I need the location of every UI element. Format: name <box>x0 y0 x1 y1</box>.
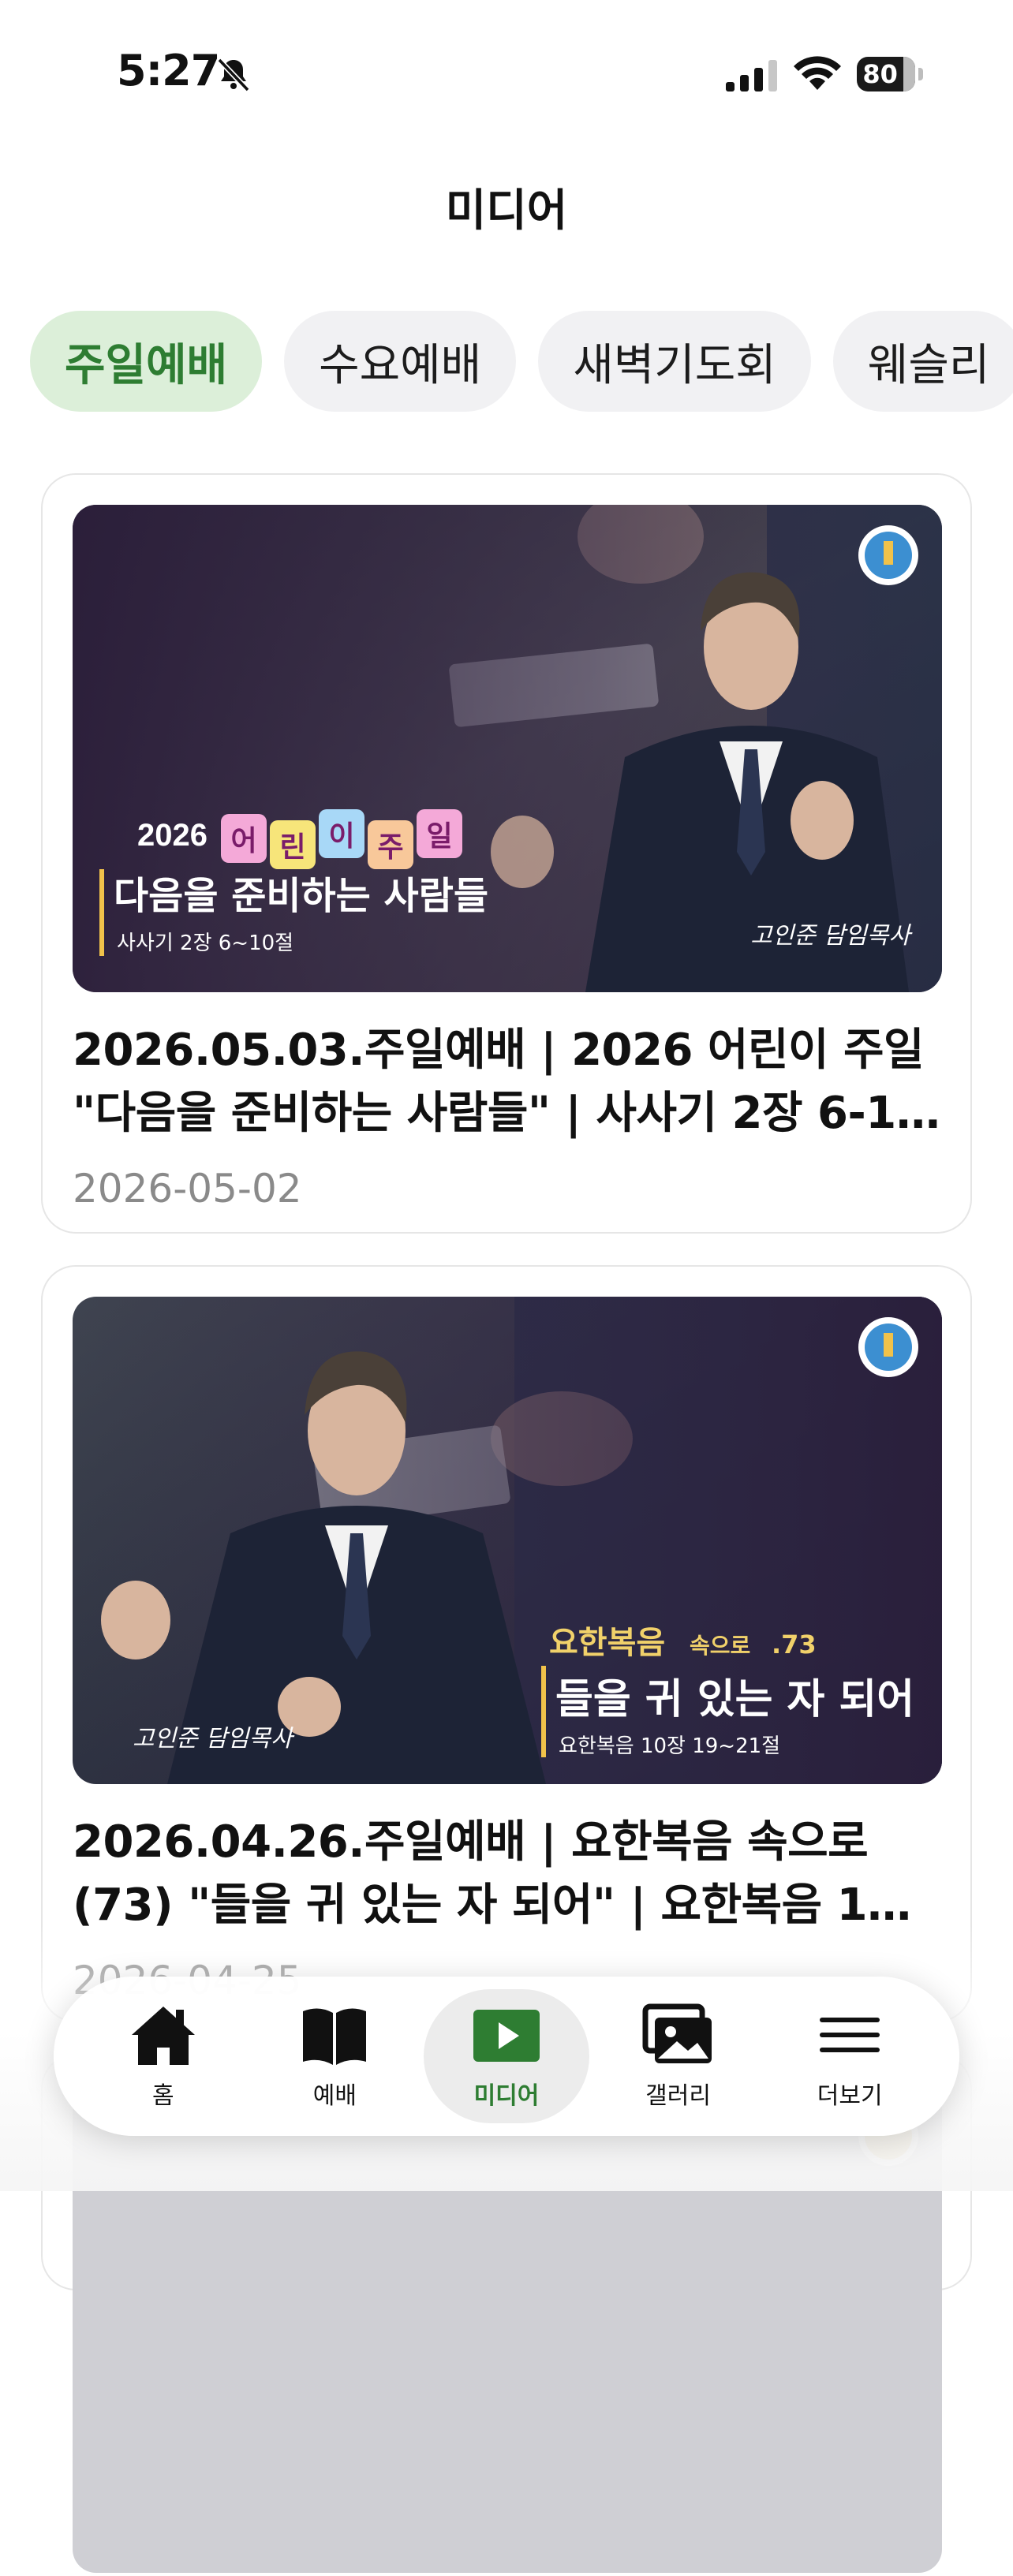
bottom-tab-bar: 홈 예배 미디어 갤러리 더보기 <box>54 1977 959 2136</box>
battery-indicator: 80 <box>857 57 915 91</box>
page-title: 미디어 <box>445 185 568 237</box>
category-tabs: 주일예배 수요예배 새벽기도회 웨슬리 <box>30 311 1013 413</box>
play-icon <box>473 2010 540 2062</box>
gallery-icon <box>642 2003 712 2063</box>
event-char: 주 <box>377 831 403 864</box>
video-thumbnail[interactable]: 요한복음 속으로 .73 들을 귀 있는 자 되어 요한복음 10장 19~21… <box>73 1297 942 1784</box>
bell-slash-icon <box>217 58 250 92</box>
video-card[interactable]: 요한복음 속으로 .73 들을 귀 있는 자 되어 요한복음 10장 19~21… <box>41 1265 972 2022</box>
thumbnail-series: 요한복음 <box>549 1625 665 1661</box>
event-char: 이 <box>328 820 354 853</box>
home-icon <box>131 2007 195 2065</box>
tabbar-item-home[interactable]: 홈 <box>80 1989 246 2123</box>
tabbar-label: 홈 <box>151 2082 174 2110</box>
status-time: 5:27 <box>117 46 220 95</box>
event-char: 어 <box>230 825 256 857</box>
video-thumbnail[interactable]: 2026 어 린 이 주 일 다음을 준비하는 사람들 사사기 2장 6~10절… <box>73 489 942 992</box>
video-card[interactable]: 2026 어 린 이 주 일 다음을 준비하는 사람들 사사기 2장 6~10절… <box>41 473 972 1234</box>
wifi-icon <box>794 56 841 90</box>
thumbnail-headline: 다음을 준비하는 사람들 <box>114 874 488 918</box>
tabbar-label: 예배 <box>312 2082 357 2110</box>
thumbnail-year: 2026 <box>137 818 207 853</box>
video-date: 2026-05-02 <box>73 1166 302 1211</box>
thumbnail-scripture: 요한복음 10장 19~21절 <box>559 1734 780 1758</box>
tabbar-label: 미디어 <box>473 2082 540 2110</box>
tabbar-label: 갤러리 <box>645 2082 711 2110</box>
tab-wesley[interactable]: 웨슬리 <box>832 311 1013 412</box>
thumbnail-headline: 들을 귀 있는 자 되어 <box>555 1676 914 1723</box>
tab-sunday-worship[interactable]: 주일예배 <box>30 311 263 412</box>
event-char: 일 <box>426 820 452 853</box>
video-title: 2026.05.03.주일예배 | 2026 어린이 주일 "다음을 준비하는 … <box>73 1025 927 1139</box>
cellular-signal-icon <box>726 60 777 91</box>
thumbnail-series-suffix: 속으로 <box>690 1633 750 1659</box>
tabbar-item-more[interactable]: 더보기 <box>767 1989 933 2123</box>
thumbnail-signature: 고인준 담임목사 <box>750 922 913 950</box>
tabbar-label: 더보기 <box>817 2082 883 2110</box>
event-char: 린 <box>279 831 305 864</box>
tabbar-item-gallery[interactable]: 갤러리 <box>596 1989 761 2123</box>
tabbar-item-media[interactable]: 미디어 <box>423 1989 589 2123</box>
book-icon <box>303 2008 367 2065</box>
tab-wednesday-worship[interactable]: 수요예배 <box>284 311 517 412</box>
thumbnail-series-number: .73 <box>772 1630 817 1659</box>
battery-cap <box>918 68 923 80</box>
tab-dawn-prayer[interactable]: 새벽기도회 <box>538 311 811 412</box>
status-bar: 5:27 80 <box>0 0 1013 150</box>
menu-icon <box>820 2018 880 2052</box>
video-title: 2026.04.26.주일예배 | 요한복음 속으로 (73) "들을 귀 있는… <box>73 1816 938 1931</box>
thumbnail-signature: 고인준 담임목사 <box>133 1725 295 1753</box>
battery-level: 80 <box>862 59 898 89</box>
tabbar-item-worship[interactable]: 예배 <box>252 1989 417 2123</box>
thumbnail-scripture: 사사기 2장 6~10절 <box>117 931 293 955</box>
